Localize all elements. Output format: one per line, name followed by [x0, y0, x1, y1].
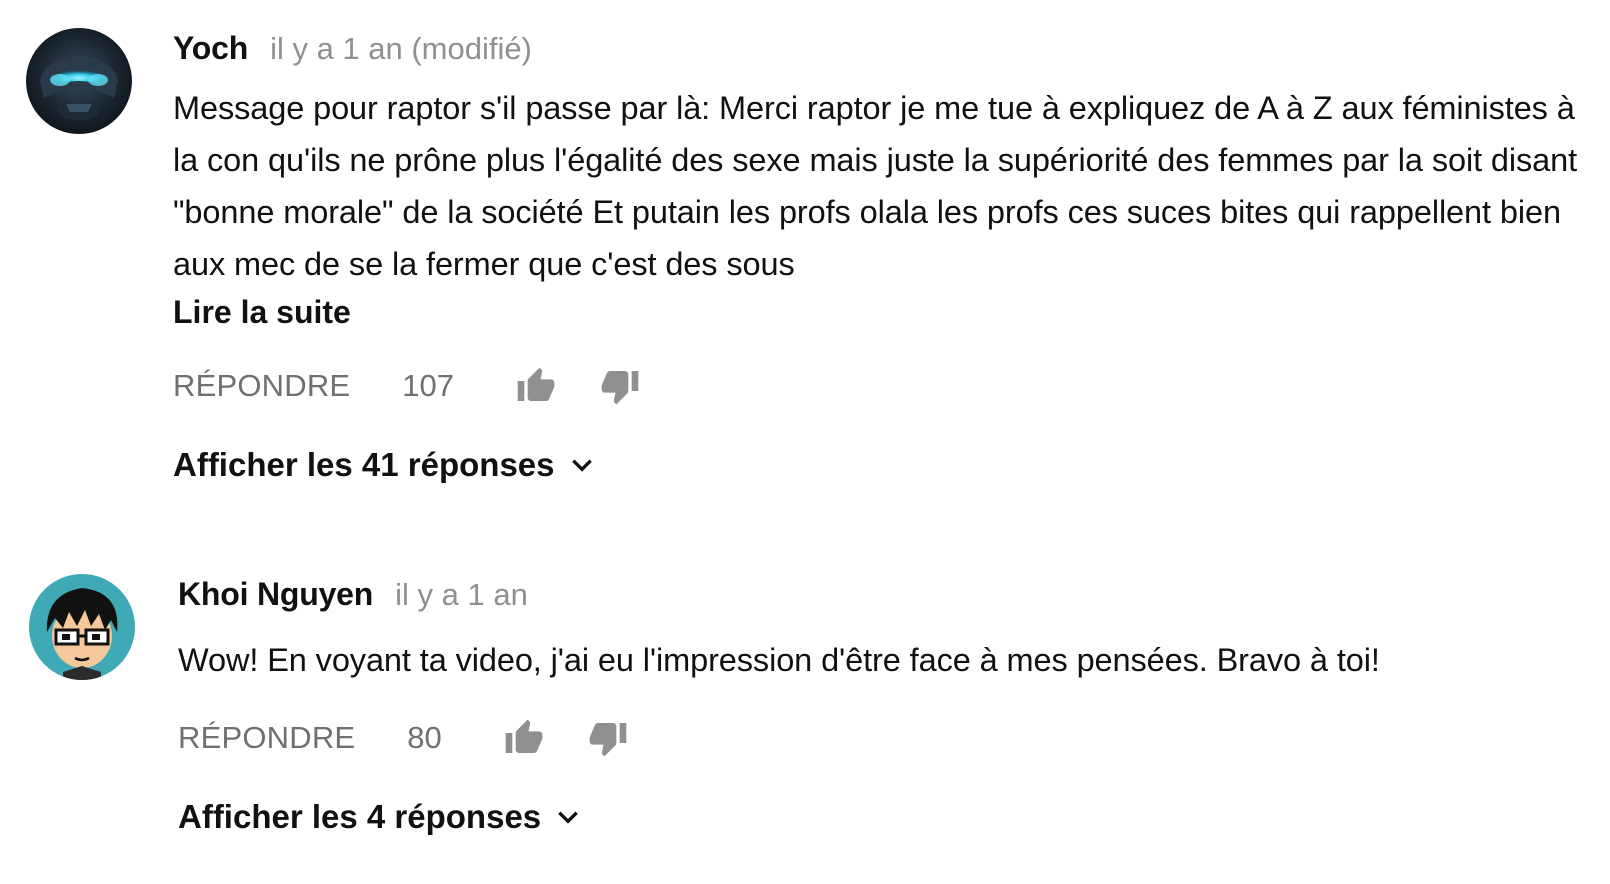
- thumbs-up-icon: [517, 367, 555, 401]
- like-count: 80: [407, 720, 442, 755]
- comment-text: Message pour raptor s'il passe par là: M…: [173, 90, 1578, 282]
- author-avatar[interactable]: [29, 574, 135, 680]
- show-replies-label: Afficher les 41 réponses: [173, 446, 555, 483]
- chevron-down-icon: [571, 459, 592, 472]
- cartoon-glasses-avatar-icon: [29, 574, 135, 680]
- reply-button[interactable]: RÉPONDRE: [173, 368, 350, 404]
- comment-timestamp[interactable]: il y a 1 an (modifié): [270, 31, 532, 67]
- read-more-link[interactable]: Lire la suite: [173, 290, 1580, 334]
- comment-body: Khoi Nguyen il y a 1 an Wow! En voyant t…: [178, 576, 1580, 842]
- comment-header: Yoch il y a 1 an (modifié): [173, 30, 1580, 74]
- author-avatar[interactable]: [26, 28, 132, 134]
- like-count: 107: [402, 368, 455, 403]
- reply-button[interactable]: RÉPONDRE: [178, 720, 355, 756]
- dislike-button[interactable]: [598, 364, 642, 408]
- show-replies-label: Afficher les 4 réponses: [178, 798, 542, 835]
- comment-text: Wow! En voyant ta video, j'ai eu l'impre…: [178, 642, 1380, 678]
- show-replies-button[interactable]: Afficher les 41 réponses: [173, 440, 595, 490]
- author-name[interactable]: Khoi Nguyen: [178, 576, 373, 613]
- comment-body: Yoch il y a 1 an (modifié) Message pour …: [173, 30, 1580, 490]
- show-replies-button[interactable]: Afficher les 4 réponses: [178, 792, 581, 842]
- like-button[interactable]: [514, 364, 558, 408]
- thumbs-down-icon: [601, 371, 639, 405]
- comment-header: Khoi Nguyen il y a 1 an: [178, 576, 1580, 620]
- thumbs-up-icon: [505, 719, 543, 753]
- author-name[interactable]: Yoch: [173, 30, 248, 67]
- comment-timestamp[interactable]: il y a 1 an: [395, 577, 528, 613]
- comment-actions: RÉPONDRE 107: [173, 356, 1580, 416]
- thumbs-down-icon: [589, 723, 627, 757]
- comment-actions: RÉPONDRE 80: [178, 708, 1580, 768]
- like-button[interactable]: [502, 716, 546, 760]
- robot-helmet-avatar-icon: [26, 28, 132, 134]
- chevron-down-icon: [558, 811, 578, 824]
- dislike-button[interactable]: [586, 716, 630, 760]
